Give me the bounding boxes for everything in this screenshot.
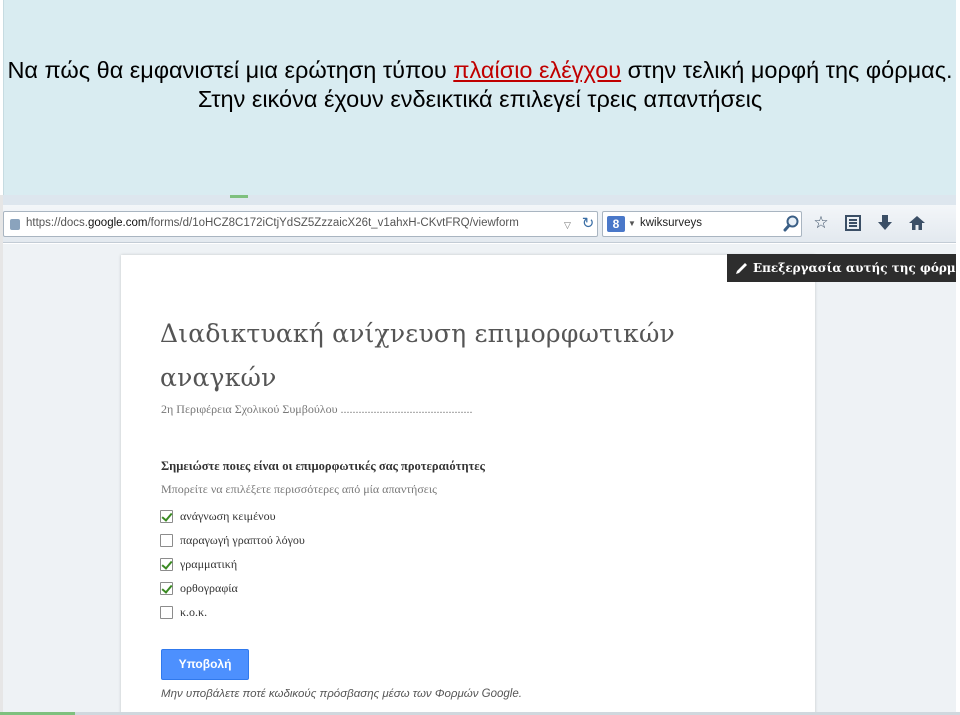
slide-caption: Να πώς θα εμφανιστεί μια ερώτηση τύπου π… <box>0 56 960 114</box>
search-input[interactable]: kwiksurveys <box>640 217 702 229</box>
option-label: ανάγνωση κειμένου <box>180 508 276 523</box>
url-domain: google.com <box>88 217 148 229</box>
download-icon[interactable] <box>874 212 896 234</box>
question-help-text: Μπορείτε να επιλέξετε περισσότερες από μ… <box>161 482 437 496</box>
star-icon[interactable]: ☆ <box>810 212 832 234</box>
option-label: παραγωγή γραπτού λόγου <box>180 532 305 547</box>
bookmarks-icon[interactable] <box>842 212 864 234</box>
submit-button[interactable]: Υποβολή <box>161 649 249 680</box>
form-description: 2η Περιφέρεια Σχολικού Συμβούλου .......… <box>161 402 473 416</box>
checkbox-option[interactable]: κ.ο.κ. <box>160 604 207 620</box>
search-engine-dropdown-icon[interactable]: ▼ <box>628 219 636 228</box>
checkbox-option[interactable]: ανάγνωση κειμένου <box>160 508 276 524</box>
caption-text-start: Να πώς θα εμφανιστεί μια ερώτηση τύπου <box>7 57 454 83</box>
checkbox-checked[interactable] <box>160 509 173 523</box>
browser-toolbar-icons: ☆ <box>810 212 928 236</box>
url-prefix: https://docs. <box>26 217 89 229</box>
address-bar[interactable]: https://docs.google.com/forms/d/1oHCZ8C1… <box>3 211 598 237</box>
address-url[interactable]: https://docs.google.com/forms/d/1oHCZ8C1… <box>26 217 519 229</box>
checkbox-option[interactable]: παραγωγή γραπτού λόγου <box>160 532 305 548</box>
checkbox-checked[interactable] <box>160 557 173 571</box>
option-label: γραμματική <box>180 556 238 571</box>
magnifier-icon[interactable] <box>783 215 799 233</box>
caption-link[interactable]: πλαίσιο ελέγχου <box>453 57 621 83</box>
option-label: ορθογραφία <box>180 580 238 595</box>
home-icon[interactable] <box>906 212 928 234</box>
checkbox-unchecked[interactable] <box>160 533 173 547</box>
checkbox-option[interactable]: γραμματική <box>160 556 237 572</box>
active-tab-indicator <box>230 195 248 198</box>
pencil-icon <box>736 263 747 274</box>
edit-form-button[interactable]: Επεξεργασία αυτής της φόρμας <box>727 254 956 282</box>
url-path: /forms/d/1oHCZ8C172iCtjYdSZ5ZzzaicX26t_v… <box>147 217 519 229</box>
checkbox-unchecked[interactable] <box>160 605 173 619</box>
search-engine-icon[interactable]: 8 <box>607 216 625 232</box>
edit-form-label: Επεξεργασία αυτής της φόρμας <box>753 261 956 275</box>
site-identity-icon[interactable] <box>10 219 20 230</box>
reload-icon[interactable]: ↻ <box>579 214 597 234</box>
checkbox-option[interactable]: ορθογραφία <box>160 580 238 596</box>
option-label: κ.ο.κ. <box>180 604 208 619</box>
form-title: Διαδικτυακή ανίχνευση επιμορφωτικών αναγ… <box>160 319 675 392</box>
question-title: Σημειώστε ποιες είναι οι επιμορφωτικές σ… <box>161 459 485 473</box>
checkbox-checked[interactable] <box>160 581 173 595</box>
password-warning-note: Μην υποβάλετε ποτέ κωδικούς πρόσβασης μέ… <box>161 688 522 700</box>
history-dropdown-icon[interactable]: ▽ <box>564 220 571 231</box>
search-box[interactable]: 8 ▼ kwiksurveys <box>602 211 802 237</box>
browser-tab-strip <box>3 195 956 205</box>
